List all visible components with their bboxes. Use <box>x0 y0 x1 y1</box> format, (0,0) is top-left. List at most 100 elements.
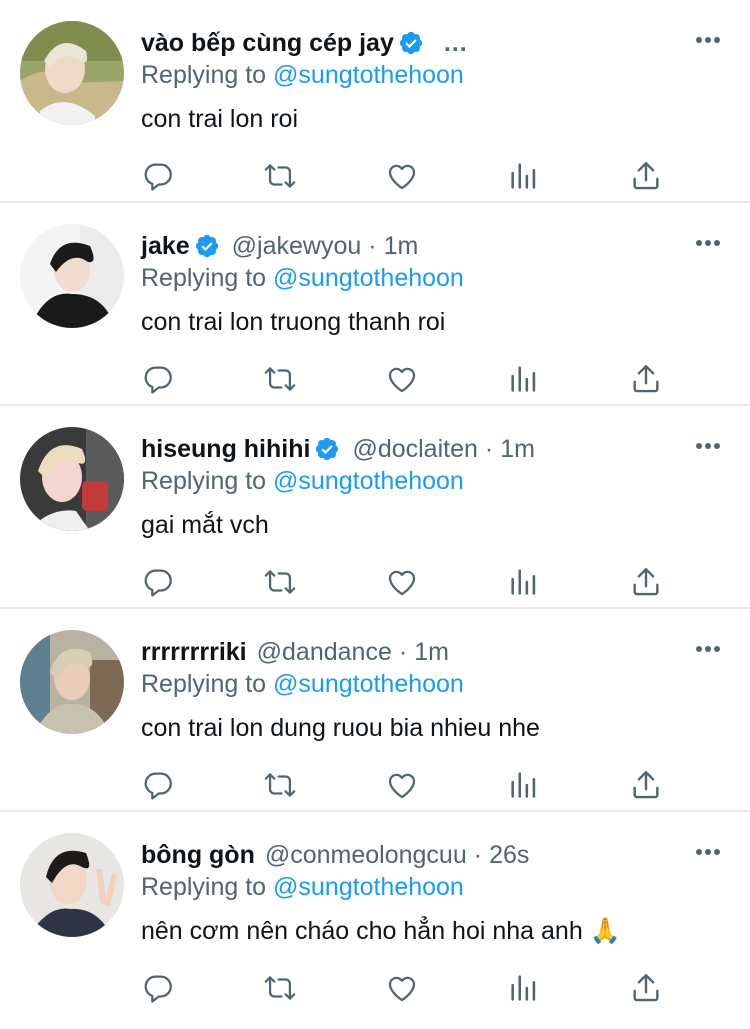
reply-icon <box>144 975 172 1003</box>
action-bar <box>140 767 680 803</box>
truncated-ellipsis: ... <box>443 29 468 57</box>
display-name[interactable]: jake <box>141 229 190 263</box>
share-icon <box>633 162 659 190</box>
tweet-header: rrrrrrrriki @dandance · 1m <box>141 635 690 669</box>
mention-link[interactable]: @sungtothehoon <box>273 61 464 89</box>
share-icon <box>633 974 659 1002</box>
retweet-button[interactable] <box>262 158 298 194</box>
replying-to: Replying to @sungtothehoon <box>141 464 464 498</box>
views-button[interactable] <box>506 361 542 397</box>
action-bar <box>140 158 680 194</box>
reply-icon <box>144 163 172 191</box>
replying-to-label: Replying to <box>141 467 267 495</box>
reply-tweet[interactable]: jake @jakewyou · 1m Replying to @sungtot… <box>0 203 750 406</box>
mention-link[interactable]: @sungtothehoon <box>273 467 464 495</box>
heart-icon <box>388 570 416 596</box>
replying-to: Replying to @sungtothehoon <box>141 870 464 904</box>
reply-icon <box>144 366 172 394</box>
display-name[interactable]: hiseung hihihi <box>141 432 310 466</box>
like-button[interactable] <box>384 564 420 600</box>
retweet-icon <box>264 773 296 797</box>
separator-dot: · <box>368 232 377 260</box>
retweet-button[interactable] <box>262 767 298 803</box>
views-button[interactable] <box>506 158 542 194</box>
more-options-icon[interactable] <box>694 840 722 864</box>
share-icon <box>633 568 659 596</box>
verified-badge-icon <box>194 233 220 259</box>
retweet-button[interactable] <box>262 564 298 600</box>
like-button[interactable] <box>384 970 420 1006</box>
reply-button[interactable] <box>140 361 176 397</box>
user-handle[interactable]: @dandance <box>257 635 392 669</box>
views-button[interactable] <box>506 970 542 1006</box>
more-options-icon[interactable] <box>694 28 722 52</box>
tweet-text: con trai lon roi <box>141 105 299 133</box>
reply-button[interactable] <box>140 970 176 1006</box>
avatar[interactable] <box>20 21 124 125</box>
reply-button[interactable] <box>140 564 176 600</box>
timestamp[interactable]: 26s <box>489 838 529 872</box>
display-name[interactable]: bông gòn <box>141 838 255 872</box>
replies-feed: vào bếp cùng cép jay ... Replying to @su… <box>0 0 750 1026</box>
reply-tweet[interactable]: vào bếp cùng cép jay ... Replying to @su… <box>0 0 750 203</box>
reply-icon <box>144 772 172 800</box>
timestamp[interactable]: 1m <box>500 432 535 466</box>
replying-to-label: Replying to <box>141 873 267 901</box>
retweet-icon <box>264 976 296 1000</box>
action-bar <box>140 564 680 600</box>
retweet-icon <box>264 164 296 188</box>
share-button[interactable] <box>628 564 664 600</box>
user-handle[interactable]: @jakewyou <box>232 229 362 263</box>
like-button[interactable] <box>384 361 420 397</box>
tweet-text: gai mắt vch <box>141 511 269 539</box>
reply-tweet[interactable]: bông gòn @conmeolongcuu · 26s Replying t… <box>0 812 750 1026</box>
more-options-icon[interactable] <box>694 231 722 255</box>
replying-to: Replying to @sungtothehoon <box>141 58 464 92</box>
views-button[interactable] <box>506 767 542 803</box>
reply-tweet[interactable]: hiseung hihihi @doclaiten · 1m Replying … <box>0 406 750 609</box>
tweet-header: hiseung hihihi @doclaiten · 1m <box>141 432 690 466</box>
tweet-header: vào bếp cùng cép jay ... <box>141 26 690 60</box>
more-options-icon[interactable] <box>694 637 722 661</box>
display-name[interactable]: rrrrrrrriki <box>141 635 247 669</box>
like-button[interactable] <box>384 158 420 194</box>
mention-link[interactable]: @sungtothehoon <box>273 264 464 292</box>
retweet-button[interactable] <box>262 970 298 1006</box>
heart-icon <box>388 367 416 393</box>
action-bar <box>140 361 680 397</box>
avatar[interactable] <box>20 224 124 328</box>
views-chart-icon <box>511 366 536 392</box>
reply-button[interactable] <box>140 767 176 803</box>
avatar[interactable] <box>20 833 124 937</box>
timestamp[interactable]: 1m <box>414 635 449 669</box>
reply-tweet[interactable]: rrrrrrrriki @dandance · 1m Replying to @… <box>0 609 750 812</box>
share-button[interactable] <box>628 158 664 194</box>
share-button[interactable] <box>628 767 664 803</box>
retweet-button[interactable] <box>262 361 298 397</box>
user-handle[interactable]: @doclaiten <box>352 432 477 466</box>
separator-dot: · <box>473 841 483 869</box>
share-button[interactable] <box>628 970 664 1006</box>
more-options-icon[interactable] <box>694 434 722 458</box>
views-button[interactable] <box>506 564 542 600</box>
reply-button[interactable] <box>140 158 176 194</box>
share-icon <box>633 365 659 393</box>
action-bar <box>140 970 680 1006</box>
display-name[interactable]: vào bếp cùng cép jay <box>141 26 394 60</box>
share-button[interactable] <box>628 361 664 397</box>
heart-icon <box>388 773 416 799</box>
views-chart-icon <box>511 163 536 189</box>
avatar[interactable] <box>20 427 124 531</box>
replying-to-label: Replying to <box>141 670 267 698</box>
separator-dot: · <box>398 638 408 666</box>
mention-link[interactable]: @sungtothehoon <box>273 873 464 901</box>
retweet-icon <box>264 367 296 391</box>
avatar[interactable] <box>20 630 124 734</box>
replying-to: Replying to @sungtothehoon <box>141 667 464 701</box>
timestamp[interactable]: 1m <box>384 229 419 263</box>
mention-link[interactable]: @sungtothehoon <box>273 670 464 698</box>
like-button[interactable] <box>384 767 420 803</box>
tweet-header: jake @jakewyou · 1m <box>141 229 690 263</box>
share-icon <box>633 771 659 799</box>
user-handle[interactable]: @conmeolongcuu <box>265 838 467 872</box>
